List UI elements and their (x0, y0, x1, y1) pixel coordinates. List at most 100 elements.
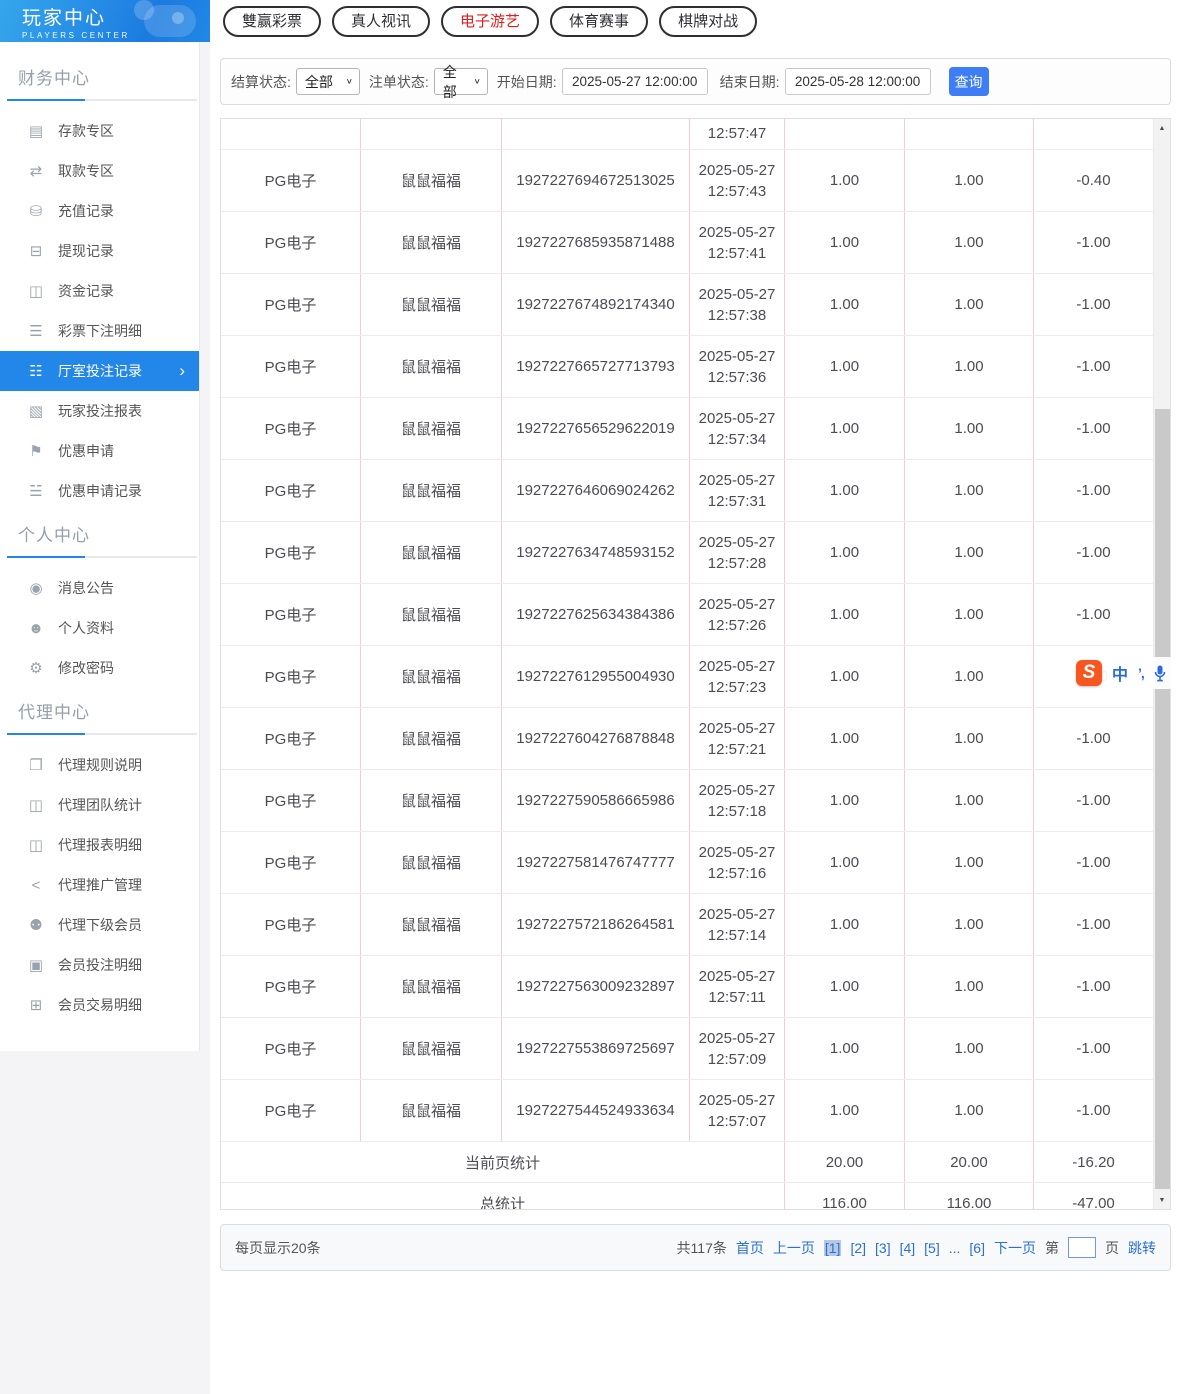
sogou-logo-icon[interactable]: S (1076, 660, 1102, 686)
sidebar-item-lottery-bet-detail[interactable]: ☰ 彩票下注明细 (0, 311, 199, 351)
sidebar-item-message[interactable]: ◉ 消息公告 (0, 568, 199, 608)
cell-order: 1927227656529622019 (502, 398, 690, 459)
table-row: PG电子 鼠鼠福福 1927227604276878848 2025-05-27 12:… (221, 708, 1153, 770)
gift-icon: ⚑ (29, 443, 43, 460)
page-link-current[interactable]: [1] (823, 1239, 842, 1256)
cell-provider: PG电子 (221, 150, 361, 211)
microphone-icon[interactable] (1154, 665, 1166, 682)
start-date-input[interactable] (561, 68, 708, 95)
pagination-bar: 每页显示20条 共117条 首页 上一页 [1] [2] [3] [4] [5]...[… (220, 1224, 1171, 1271)
cell-datetime: 2025-05-27 12:57:23 (690, 646, 785, 707)
time-line: 12:57:36 (707, 368, 767, 386)
scroll-down-arrow-icon[interactable]: ▼ (1154, 1192, 1170, 1208)
cell-order: 1927227674892174340 (502, 274, 690, 335)
table-row: PG电子 鼠鼠福福 1927227544524933634 2025-05-27 12:… (221, 1080, 1153, 1142)
date-line: 2025-05-27 (698, 719, 776, 737)
cell-game: 鼠鼠福福 (361, 522, 502, 583)
cell-game: 鼠鼠福福 (361, 770, 502, 831)
page-link[interactable]: [4] (900, 1240, 916, 1256)
section-underline (7, 556, 197, 558)
table-row: PG电子 鼠鼠福福 1927227553869725697 2025-05-27 12:… (221, 1018, 1153, 1080)
clipboard-icon: ▣ (28, 957, 44, 974)
sidebar-item-member-trade-detail[interactable]: ⊞ 会员交易明细 (0, 985, 199, 1025)
scroll-up-arrow-icon[interactable]: ▲ (1154, 120, 1170, 136)
cell-profit: -1.00 (1076, 978, 1111, 995)
end-date-label: 结束日期: (719, 73, 780, 90)
page-jump-input[interactable] (1068, 1237, 1096, 1258)
sidebar-item-deposit[interactable]: ▤ 存款专区 (0, 111, 199, 151)
sidebar-item-recharge-record[interactable]: ⛁ 充值记录 (0, 191, 199, 231)
end-date-input[interactable] (784, 68, 931, 95)
sidebar-item-label: 提现记录 (58, 243, 114, 259)
sidebar-item-label: 代理团队统计 (58, 797, 142, 813)
time-line: 12:57:21 (707, 740, 767, 758)
players-center-app: 玩家中心 PLAYERS CENTER 财务中心 ▤ 存款专区 ⇄ 取款专区 ⛁ 充值记录 ⊟… (0, 0, 1181, 1394)
tab-boardgames[interactable]: 棋牌对战 (659, 5, 758, 37)
cell-bet: 1.00 (785, 460, 905, 521)
time-line: 12:57:26 (707, 616, 767, 634)
sidebar-item-promo-apply[interactable]: ⚑ 优惠申请 (0, 431, 199, 471)
cell-valid: 1.00 (905, 1018, 1034, 1079)
cell-datetime: 2025-05-27 12:57:43 (690, 150, 785, 211)
search-button[interactable]: 查询 (948, 67, 989, 96)
ime-language-toggle[interactable]: 中 (1112, 661, 1128, 685)
sidebar-item-hall-bet-record[interactable]: ☷ 厅室投注记录 › (0, 351, 199, 391)
page-link[interactable]: [2] (850, 1240, 866, 1256)
date-line: 2025-05-27 (698, 409, 776, 427)
time-line: 12:57:09 (707, 1050, 767, 1068)
first-page-link[interactable]: 首页 (736, 1238, 764, 1258)
sidebar-item-password[interactable]: ⚙ 修改密码 (0, 648, 199, 688)
tab-lottery[interactable]: 雙赢彩票 (223, 5, 322, 37)
summary-bet: 20.00 (785, 1142, 905, 1182)
next-page-link[interactable]: 下一页 (994, 1238, 1036, 1258)
chart-report-icon: ▧ (28, 403, 44, 420)
tab-egames[interactable]: 电子游艺 (441, 5, 540, 37)
cell-provider: PG电子 (221, 770, 361, 831)
sidebar-item-agent-report-detail[interactable]: ◫ 代理报表明细 (0, 825, 199, 865)
cell-game: 鼠鼠福福 (361, 398, 502, 459)
time-line: 12:57:14 (707, 926, 767, 944)
sidebar-item-agent-rules[interactable]: ❐ 代理规则说明 (0, 745, 199, 785)
cell-bet: 1.00 (785, 708, 905, 769)
cell-order: 1927227646069024262 (502, 460, 690, 521)
sidebar-item-agent-promotion[interactable]: < 代理推广管理 (0, 865, 199, 905)
scrollbar-thumb[interactable] (1155, 409, 1170, 1189)
sidebar-item-label: 玩家投注报表 (58, 403, 142, 419)
order-status-label: 注单状态: (368, 73, 429, 90)
time-line: 12:57:34 (707, 430, 767, 448)
prev-page-link[interactable]: 上一页 (773, 1238, 815, 1258)
sidebar-item-member-bet-detail[interactable]: ▣ 会员投注明细 (0, 945, 199, 985)
order-status-select[interactable]: 全部 ∨ (433, 64, 488, 100)
jump-button[interactable]: 跳转 (1128, 1238, 1156, 1258)
page-link[interactable]: [6] (969, 1240, 985, 1256)
tab-sports[interactable]: 体育赛事 (550, 5, 649, 37)
sidebar-item-withdraw[interactable]: ⇄ 取款专区 (0, 151, 199, 191)
sidebar-item-funds-record[interactable]: ◫ 资金记录 (0, 271, 199, 311)
cell-bet (785, 119, 905, 149)
cell-provider: PG电子 (221, 894, 361, 955)
sidebar-item-withdraw-record[interactable]: ⊟ 提现记录 (0, 231, 199, 271)
sidebar-item-player-bet-report[interactable]: ▧ 玩家投注报表 (0, 391, 199, 431)
section-underline (7, 733, 197, 735)
sidebar-item-label: 修改密码 (58, 660, 114, 676)
summary-valid: 20.00 (905, 1142, 1034, 1182)
page-link[interactable]: [3] (875, 1240, 891, 1256)
date-line: 2025-05-27 (698, 161, 776, 179)
moneybag-icon: ⛁ (29, 203, 43, 220)
date-line: 2025-05-27 (698, 905, 776, 923)
sidebar-item-agent-members[interactable]: ⚉ 代理下级会员 (0, 905, 199, 945)
page-link[interactable]: ... (949, 1240, 961, 1256)
summary-row: 总统计 116.00 116.00 -47.00 (221, 1183, 1153, 1209)
ime-punctuation-toggle[interactable]: ’, (1138, 665, 1145, 681)
settle-status-select[interactable]: 全部 ∨ (295, 68, 360, 95)
document-lines-icon: ⊞ (29, 997, 43, 1014)
cell-valid: 1.00 (905, 832, 1034, 893)
sidebar-item-agent-team-stats[interactable]: ◫ 代理团队统计 (0, 785, 199, 825)
table-row: PG电子 鼠鼠福福 1927227625634384386 2025-05-27 12:… (221, 584, 1153, 646)
section-title: 个人中心 (18, 526, 90, 545)
sidebar-item-profile[interactable]: ☻ 个人资料 (0, 608, 199, 648)
tab-live[interactable]: 真人视讯 (332, 5, 431, 37)
sidebar-item-promo-apply-record[interactable]: ☱ 优惠申请记录 (0, 471, 199, 511)
sidebar-item-label: 优惠申请 (58, 443, 114, 459)
page-link[interactable]: [5] (924, 1240, 940, 1256)
